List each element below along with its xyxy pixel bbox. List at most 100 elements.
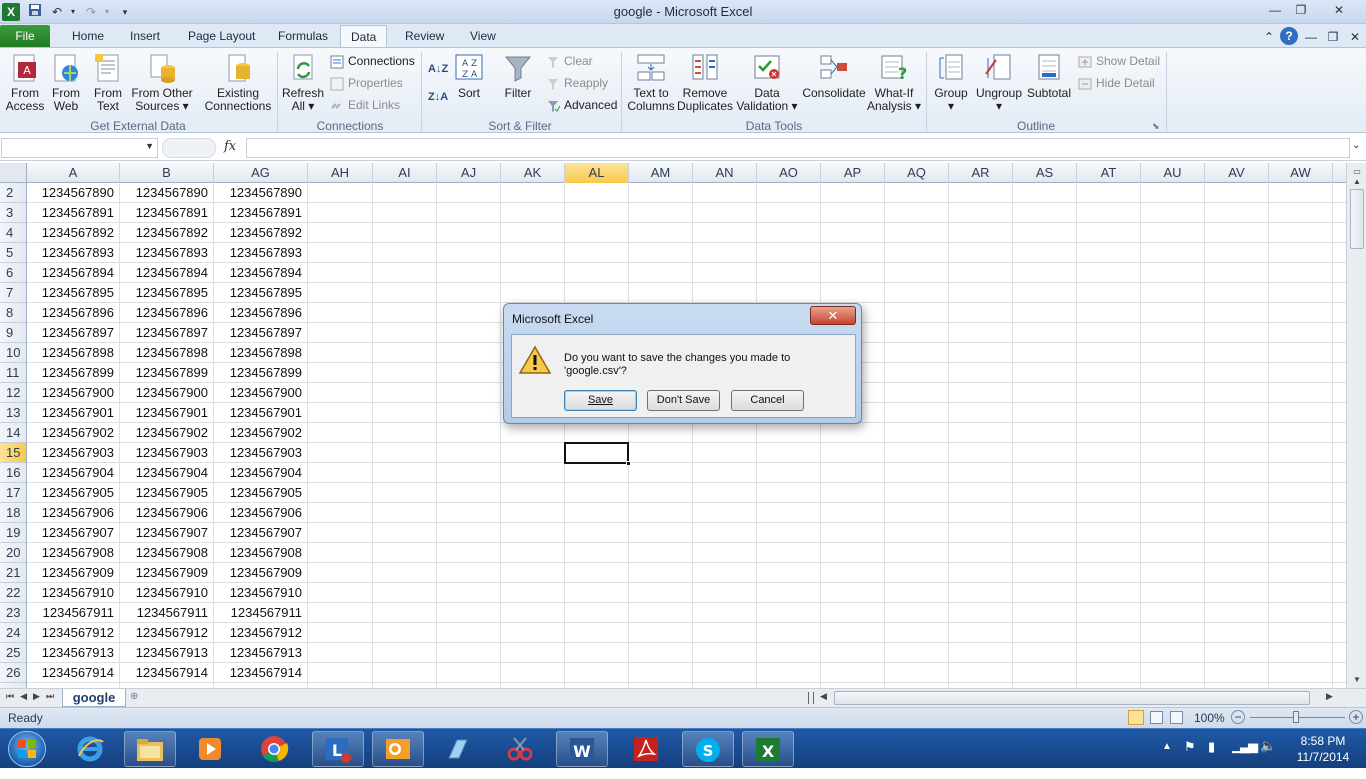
row-header-21[interactable]: 21	[0, 563, 26, 583]
excel-taskbar-icon[interactable]: X	[742, 731, 794, 767]
filter-button[interactable]: Filter	[500, 52, 536, 100]
cell-b10[interactable]: 1234567898	[120, 343, 214, 363]
row-header-9[interactable]: 9	[0, 323, 26, 343]
cell-a17[interactable]: 1234567905	[27, 483, 120, 503]
column-header-as[interactable]: AS	[1013, 163, 1077, 183]
cell-a20[interactable]: 1234567908	[27, 543, 120, 563]
cell-ag3[interactable]: 1234567891	[214, 203, 308, 223]
fill-handle[interactable]	[626, 461, 631, 466]
cell-ag13[interactable]: 1234567901	[214, 403, 308, 423]
row-header-12[interactable]: 12	[0, 383, 26, 403]
minimize-button[interactable]: —	[1264, 2, 1286, 20]
cell-b22[interactable]: 1234567910	[120, 583, 214, 603]
column-header-ao[interactable]: AO	[757, 163, 821, 183]
row-header-15[interactable]: 15	[0, 443, 26, 463]
word-icon[interactable]: W	[556, 731, 608, 767]
cell-a25[interactable]: 1234567913	[27, 643, 120, 663]
cell-ag9[interactable]: 1234567897	[214, 323, 308, 343]
cell-b2[interactable]: 1234567890	[120, 183, 214, 203]
save-button[interactable]: Save	[564, 390, 637, 411]
workbook-close-icon[interactable]: ✕	[1346, 28, 1364, 46]
cell-b11[interactable]: 1234567899	[120, 363, 214, 383]
row-header-24[interactable]: 24	[0, 623, 26, 643]
row-header-2[interactable]: 2	[0, 183, 26, 203]
cell-a19[interactable]: 1234567907	[27, 523, 120, 543]
cell-b5[interactable]: 1234567893	[120, 243, 214, 263]
row-header-5[interactable]: 5	[0, 243, 26, 263]
name-box-dropdown-icon[interactable]: ▼	[145, 141, 154, 151]
connections-button[interactable]: Connections	[330, 52, 415, 70]
cell-ag7[interactable]: 1234567895	[214, 283, 308, 303]
column-header-at[interactable]: AT	[1077, 163, 1141, 183]
cell-a7[interactable]: 1234567895	[27, 283, 120, 303]
cell-ag10[interactable]: 1234567898	[214, 343, 308, 363]
cell-ag5[interactable]: 1234567893	[214, 243, 308, 263]
internet-explorer-icon[interactable]	[64, 731, 116, 767]
cell-b12[interactable]: 1234567900	[120, 383, 214, 403]
tab-home[interactable]: Home	[62, 25, 114, 48]
cell-a10[interactable]: 1234567898	[27, 343, 120, 363]
cell-b3[interactable]: 1234567891	[120, 203, 214, 223]
cell-b8[interactable]: 1234567896	[120, 303, 214, 323]
reapply-button[interactable]: Reapply	[546, 74, 608, 92]
column-header-am[interactable]: AM	[629, 163, 693, 183]
cell-a26[interactable]: 1234567914	[27, 663, 120, 683]
outline-dialog-launcher-icon[interactable]: ⬊	[1152, 121, 1160, 132]
remove-duplicates-button[interactable]: Remove Duplicates	[677, 52, 733, 113]
dialog-close-button[interactable]: ✕	[810, 306, 856, 325]
show-detail-button[interactable]: Show Detail	[1078, 52, 1160, 70]
cell-ag19[interactable]: 1234567907	[214, 523, 308, 543]
cell-b17[interactable]: 1234567905	[120, 483, 214, 503]
cell-ag8[interactable]: 1234567896	[214, 303, 308, 323]
column-header-aj[interactable]: AJ	[437, 163, 501, 183]
column-header-ar[interactable]: AR	[949, 163, 1013, 183]
workbook-minimize-icon[interactable]: —	[1302, 28, 1320, 46]
cell-b26[interactable]: 1234567914	[120, 663, 214, 683]
column-header-aw[interactable]: AW	[1269, 163, 1333, 183]
cell-ag22[interactable]: 1234567910	[214, 583, 308, 603]
row-header-23[interactable]: 23	[0, 603, 26, 623]
active-cell[interactable]	[564, 442, 629, 464]
cell-b20[interactable]: 1234567908	[120, 543, 214, 563]
column-header-aq[interactable]: AQ	[885, 163, 949, 183]
page-layout-view-icon[interactable]	[1150, 711, 1163, 724]
row-header-17[interactable]: 17	[0, 483, 26, 503]
tab-split-handle[interactable]	[808, 692, 814, 704]
cell-b24[interactable]: 1234567912	[120, 623, 214, 643]
cell-ag16[interactable]: 1234567904	[214, 463, 308, 483]
horizontal-scroll-thumb[interactable]	[834, 691, 1310, 705]
cell-a21[interactable]: 1234567909	[27, 563, 120, 583]
row-header-10[interactable]: 10	[0, 343, 26, 363]
row-header-25[interactable]: 25	[0, 643, 26, 663]
group-button[interactable]: Group ▾	[930, 52, 972, 113]
name-box[interactable]: ▼	[1, 138, 158, 158]
scroll-up-icon[interactable]: ▲	[1350, 175, 1364, 189]
battery-icon[interactable]: ▮	[1208, 739, 1215, 755]
vertical-scroll-thumb[interactable]	[1350, 189, 1364, 249]
formula-input[interactable]	[246, 138, 1350, 158]
cell-b19[interactable]: 1234567907	[120, 523, 214, 543]
cell-a18[interactable]: 1234567906	[27, 503, 120, 523]
column-header-au[interactable]: AU	[1141, 163, 1205, 183]
cell-a12[interactable]: 1234567900	[27, 383, 120, 403]
cell-b13[interactable]: 1234567901	[120, 403, 214, 423]
cancel-button[interactable]: Cancel	[731, 390, 804, 411]
normal-view-icon[interactable]	[1128, 710, 1144, 725]
column-header-ag[interactable]: AG	[214, 163, 308, 183]
cell-a6[interactable]: 1234567894	[27, 263, 120, 283]
row-header-18[interactable]: 18	[0, 503, 26, 523]
cell-a11[interactable]: 1234567899	[27, 363, 120, 383]
action-center-flag-icon[interactable]: ⚑	[1184, 739, 1196, 755]
cell-a4[interactable]: 1234567892	[27, 223, 120, 243]
tab-formulas[interactable]: Formulas	[268, 25, 338, 48]
cell-ag23[interactable]: 1234567911	[214, 603, 308, 623]
snipping-tool-icon[interactable]	[494, 731, 546, 767]
row-header-6[interactable]: 6	[0, 263, 26, 283]
cell-b7[interactable]: 1234567895	[120, 283, 214, 303]
cell-b6[interactable]: 1234567894	[120, 263, 214, 283]
column-header-al[interactable]: AL	[565, 163, 629, 183]
volume-icon[interactable]: 🔈	[1260, 738, 1276, 754]
scroll-down-icon[interactable]: ▼	[1350, 673, 1364, 687]
start-orb-icon[interactable]	[8, 731, 46, 767]
cell-b18[interactable]: 1234567906	[120, 503, 214, 523]
